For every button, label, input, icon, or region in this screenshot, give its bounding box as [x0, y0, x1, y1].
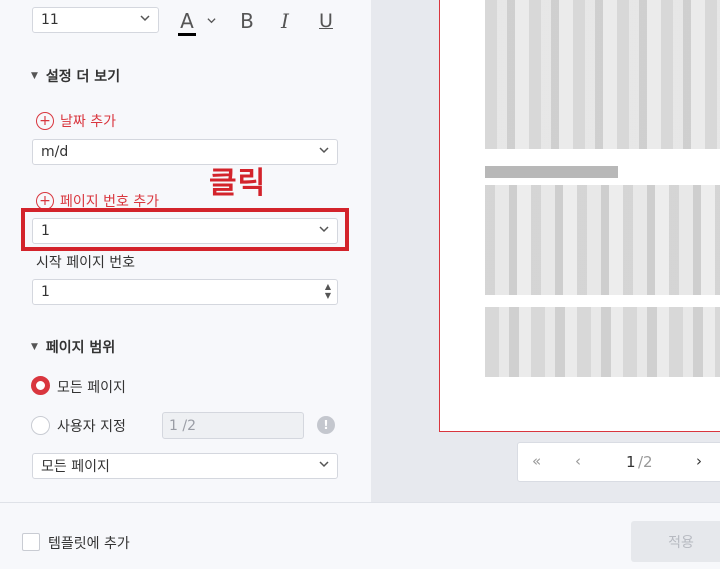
all-pages-label: 모든 페이지: [57, 380, 126, 396]
settings-panel: 11 A B I U ▼ 설정 더 보기 + 날짜 추가 m/d + 페이지 번…: [0, 0, 371, 502]
more-settings-title: 설정 더 보기: [45, 69, 121, 85]
page-navigator: « ‹ 1 /2 ›: [517, 442, 720, 482]
page-subset-value: 모든 페이지: [41, 459, 110, 475]
custom-range-input[interactable]: 1 /2: [162, 412, 304, 439]
italic-icon[interactable]: I: [274, 9, 296, 33]
chevron-down-icon: [319, 145, 329, 158]
blurred-text-block: [485, 185, 720, 295]
highlight-box: [21, 208, 349, 251]
all-pages-radio[interactable]: [31, 376, 50, 395]
apply-button[interactable]: 적용: [631, 521, 720, 562]
blurred-text-block: [485, 307, 720, 377]
prev-page-icon[interactable]: ‹: [575, 452, 581, 470]
spinner-arrows-icon[interactable]: ▲ ▼: [325, 282, 331, 300]
font-color-icon: A: [180, 8, 194, 33]
chevron-down-icon: [140, 13, 150, 26]
add-template-label: 템플릿에 추가: [48, 536, 130, 552]
start-page-value: 1: [41, 284, 50, 300]
apply-label: 적용: [668, 534, 694, 551]
page-subset-select[interactable]: 모든 페이지: [32, 453, 338, 479]
font-color-swatch: [178, 32, 196, 36]
date-format-select[interactable]: m/d: [32, 139, 338, 165]
add-date-button[interactable]: + 날짜 추가: [36, 111, 116, 131]
page-range-header[interactable]: ▼ 페이지 범위: [31, 337, 115, 357]
blurred-text-block: [485, 0, 720, 149]
info-icon[interactable]: !: [317, 416, 335, 434]
underline-icon[interactable]: U: [315, 9, 337, 33]
font-color-button[interactable]: A: [176, 9, 198, 37]
add-date-label: 날짜 추가: [60, 114, 116, 130]
add-template-checkbox[interactable]: [22, 533, 40, 551]
font-size-value: 11: [41, 12, 59, 28]
font-color-chevron-icon[interactable]: [205, 13, 217, 27]
more-settings-header[interactable]: ▼ 설정 더 보기: [31, 66, 120, 86]
start-page-label: 시작 페이지 번호: [36, 255, 136, 271]
start-page-input[interactable]: 1 ▲ ▼: [32, 279, 338, 305]
custom-range-radio[interactable]: [31, 416, 50, 435]
first-page-icon[interactable]: «: [532, 452, 541, 470]
page-range-title: 페이지 범위: [45, 340, 116, 356]
total-pages: /2: [638, 453, 653, 471]
current-page[interactable]: 1: [626, 453, 636, 471]
triangle-down-icon: ▼: [31, 71, 38, 81]
blurred-heading: [485, 166, 618, 178]
chevron-down-icon: [319, 459, 329, 472]
custom-range-placeholder: 1 /2: [169, 417, 196, 434]
preview-page: [439, 0, 720, 432]
next-page-icon[interactable]: ›: [696, 452, 702, 470]
plus-circle-icon: +: [36, 112, 54, 130]
click-annotation: 클릭: [209, 166, 267, 201]
date-format-value: m/d: [41, 144, 69, 160]
triangle-down-icon: ▼: [31, 342, 38, 352]
font-size-select[interactable]: 11: [32, 7, 159, 33]
bold-icon[interactable]: B: [236, 9, 258, 33]
custom-range-label: 사용자 지정: [57, 419, 126, 435]
